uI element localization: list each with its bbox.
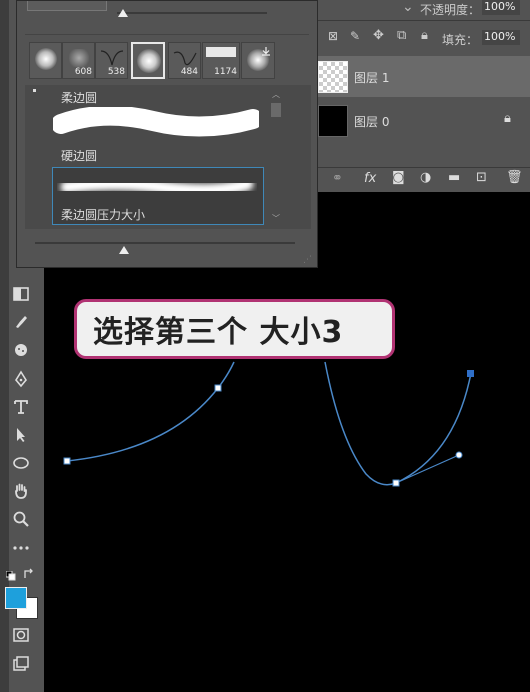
layers-panel: ⌄ 不透明度： 100% ⊠ ✎ ✥ ⧉ 🔒︎ 填充： 100% 图层 1 图层… [318, 0, 530, 192]
lock-all-icon[interactable]: 🔒︎ [421, 28, 428, 43]
brush-item-selected[interactable]: 柔边圆压力大小 [52, 167, 264, 225]
new-group-icon[interactable]: ▬ [448, 170, 460, 185]
size-slider-track[interactable] [117, 12, 267, 14]
hard-stroke-preview[interactable] [53, 107, 259, 141]
layer-thumbnail [318, 61, 348, 93]
direction-handle [395, 454, 460, 484]
work-path-right [324, 361, 472, 486]
soft-stroke-preview [60, 177, 254, 197]
layer-row[interactable]: 图层 0 🔒︎ [318, 100, 530, 141]
brush-name[interactable]: 硬边圆 [61, 147, 97, 164]
anchor-point [392, 479, 400, 487]
layer-name[interactable]: 图层 0 [354, 113, 389, 130]
size-slider-thumb[interactable] [118, 9, 128, 17]
brush-thumbnail-selected[interactable] [131, 42, 165, 79]
bullet-icon [33, 89, 36, 92]
lock-transparent-icon[interactable]: ⊠ [328, 29, 338, 43]
opacity-label: 不透明度： [420, 3, 481, 17]
brush-name: 柔边圆压力大小 [61, 208, 146, 222]
resize-grip-icon[interactable]: ⋰ [303, 255, 312, 265]
layers-footer: ⚭ fx ◙ ◑ ▬ ⊡ 🗑︎ [318, 167, 530, 193]
divider [25, 34, 309, 35]
blend-row: ⌄ 不透明度： 100% [318, 0, 530, 21]
brush-preset-picker: 608 538 484 1174 柔边圆 硬边圆 柔边圆压力大小 ︿ ﹀ ⋰ [16, 0, 318, 268]
brush-name[interactable]: 柔边圆 [61, 89, 97, 106]
brush-thumbnail[interactable]: 608 [62, 42, 95, 79]
brush-thumbnail[interactable]: 1174 [202, 42, 240, 79]
lock-image-icon[interactable]: ✎ [350, 29, 360, 43]
brush-thumbnail[interactable] [29, 42, 62, 79]
lock-row: ⊠ ✎ ✥ ⧉ 🔒︎ 填充： 100% [318, 27, 530, 49]
anchor-point [63, 457, 71, 465]
preview-slider-thumb[interactable] [119, 246, 129, 254]
new-layer-icon[interactable]: ⊡ [476, 170, 487, 185]
preview-slider-track[interactable] [35, 242, 295, 244]
layer-thumbnail [318, 105, 348, 137]
direction-point [455, 451, 463, 459]
brush-thumbnail[interactable]: 538 [95, 42, 128, 79]
work-path-left [66, 361, 235, 462]
layer-style-icon[interactable]: fx [364, 171, 376, 186]
adjustment-layer-icon[interactable]: ◑ [420, 170, 431, 185]
instruction-caption: 选择第三个 大小3 [74, 299, 395, 359]
size-field[interactable] [27, 1, 107, 11]
layer-lock-icon: 🔒︎ [504, 111, 511, 126]
lock-artboard-icon[interactable]: ⧉ [397, 28, 406, 43]
download-brush-icon[interactable] [261, 41, 271, 56]
lock-position-icon[interactable]: ✥ [373, 28, 384, 43]
delete-layer-icon[interactable]: 🗑︎ [506, 170, 523, 185]
brush-thumbnail[interactable]: 484 [168, 42, 201, 79]
layer-name[interactable]: 图层 1 [354, 69, 389, 86]
fill-label: 填充： [442, 33, 479, 47]
layer-row-selected[interactable]: 图层 1 [318, 56, 530, 97]
brush-list: 柔边圆 硬边圆 柔边圆压力大小 ︿ ﹀ [25, 85, 311, 229]
link-layers-icon[interactable]: ⚭ [332, 171, 343, 186]
fill-field[interactable]: 100% [482, 30, 520, 45]
anchor-point [214, 384, 222, 392]
add-mask-icon[interactable]: ◙ [392, 170, 405, 185]
selected-anchor-point [467, 370, 474, 377]
opacity-field[interactable]: 100% [482, 0, 520, 15]
blend-mode-dropdown-icon[interactable]: ⌄ [402, 0, 414, 15]
brush-list-scrollbar[interactable]: ︿ ﹀ [269, 87, 283, 227]
